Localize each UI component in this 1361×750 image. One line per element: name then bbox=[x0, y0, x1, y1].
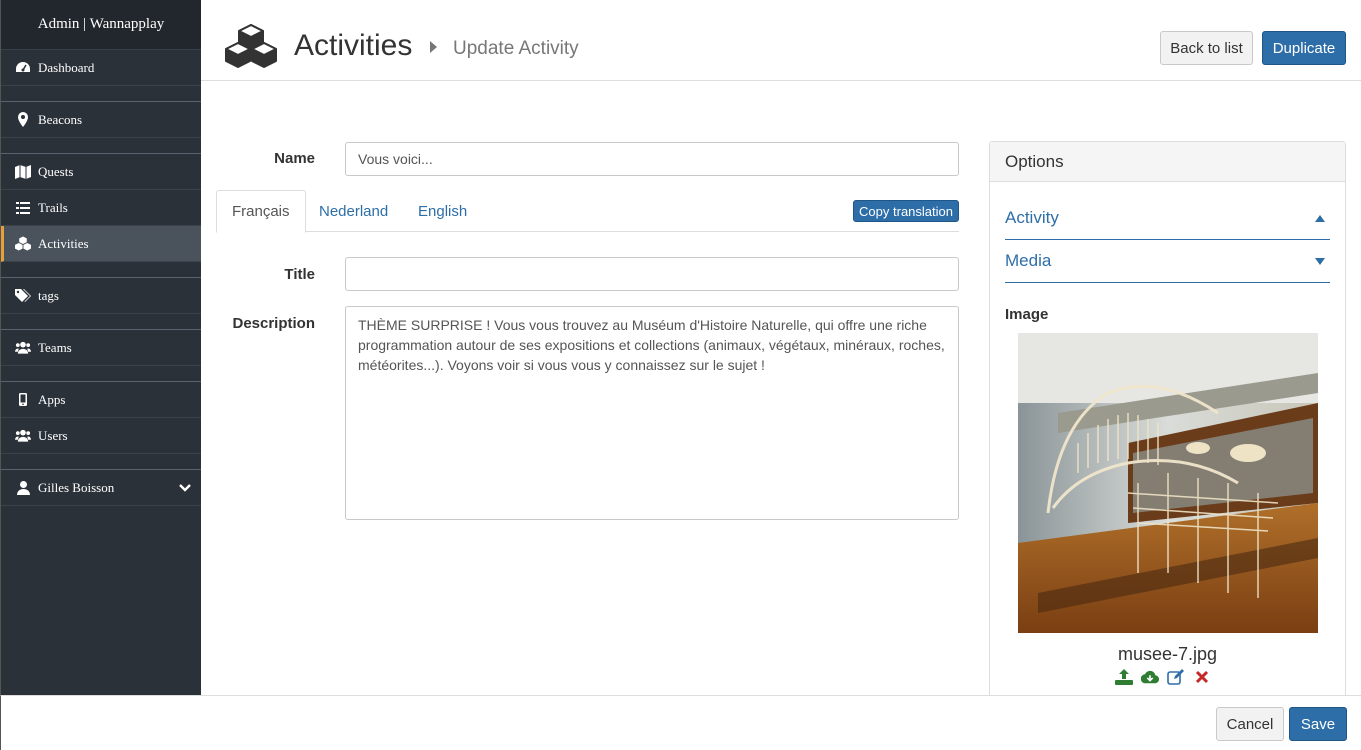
image-label: Image bbox=[1005, 306, 1049, 323]
sidebar-item-teams[interactable]: Teams bbox=[1, 330, 201, 366]
duplicate-button[interactable]: Duplicate bbox=[1262, 31, 1346, 65]
sidebar-item-dashboard[interactable]: Dashboard bbox=[1, 50, 201, 86]
page-title: Activities bbox=[294, 29, 413, 62]
image-actions bbox=[1115, 668, 1211, 686]
user-icon bbox=[15, 480, 31, 496]
sidebar-item-activities[interactable]: Activities bbox=[1, 226, 201, 262]
app-brand[interactable]: Admin | Wannapplay bbox=[1, 0, 201, 50]
chevron-down-icon bbox=[179, 480, 191, 496]
sidebar-separator bbox=[1, 262, 201, 278]
cancel-button[interactable]: Cancel bbox=[1216, 707, 1284, 741]
description-label: Description bbox=[232, 315, 315, 332]
image-filename: musee-7.jpg bbox=[1117, 644, 1218, 664]
list-icon bbox=[15, 200, 31, 216]
page-footer: Cancel Save bbox=[0, 695, 1361, 750]
users-icon bbox=[15, 340, 31, 356]
mobile-icon bbox=[15, 392, 31, 408]
sidebar-separator bbox=[1, 366, 201, 382]
accordion-label: Activity bbox=[1005, 208, 1059, 227]
sidebar-item-trails[interactable]: Trails bbox=[1, 190, 201, 226]
title-input[interactable] bbox=[345, 257, 959, 291]
sidebar-item-label: tags bbox=[38, 287, 59, 303]
language-tabs: Français Nederland English Copy translat… bbox=[216, 190, 959, 233]
sidebar-separator bbox=[1, 314, 201, 330]
sidebar-item-label: Dashboard bbox=[38, 59, 95, 75]
sidebar-item-beacons[interactable]: Beacons bbox=[1, 102, 201, 138]
delete-icon[interactable] bbox=[1193, 668, 1211, 686]
tags-icon bbox=[15, 288, 31, 304]
sidebar-item-label: Apps bbox=[38, 391, 66, 407]
sidebar-item-label: Users bbox=[38, 427, 68, 443]
media-section-toggle[interactable]: Media bbox=[1005, 240, 1330, 283]
users-icon bbox=[15, 428, 31, 444]
caret-down-icon bbox=[1315, 257, 1325, 265]
sidebar-item-label: Beacons bbox=[38, 111, 83, 127]
activity-image bbox=[1018, 333, 1318, 633]
activity-section-toggle[interactable]: Activity bbox=[1005, 197, 1330, 240]
sidebar: Admin | Wannapplay Dashboard Beacons Que… bbox=[0, 0, 201, 695]
cubes-icon bbox=[225, 24, 277, 68]
sidebar-item-label: Trails bbox=[38, 199, 68, 215]
options-panel-title: Options bbox=[990, 142, 1345, 182]
sidebar-item-quests[interactable]: Quests bbox=[1, 154, 201, 190]
save-button[interactable]: Save bbox=[1289, 707, 1347, 741]
upload-icon[interactable] bbox=[1115, 668, 1133, 686]
sidebar-user-menu[interactable]: Gilles Boisson bbox=[1, 470, 201, 506]
options-panel: Options Activity Media Image musee-7.jpg bbox=[989, 141, 1346, 701]
sidebar-item-apps[interactable]: Apps bbox=[1, 382, 201, 418]
sidebar-separator bbox=[1, 86, 201, 102]
sidebar-item-label: Teams bbox=[38, 339, 72, 355]
tab-english[interactable]: English bbox=[403, 190, 482, 232]
accordion-label: Media bbox=[1005, 251, 1052, 270]
sidebar-nav: Dashboard Beacons Quests Trails Activiti… bbox=[1, 50, 201, 506]
tab-nederland[interactable]: Nederland bbox=[304, 190, 403, 232]
cloud-download-icon[interactable] bbox=[1141, 668, 1159, 686]
sidebar-item-tags[interactable]: tags bbox=[1, 278, 201, 314]
breadcrumb-separator-icon bbox=[430, 41, 437, 53]
page-subtitle: Update Activity bbox=[453, 38, 579, 59]
back-to-list-button[interactable]: Back to list bbox=[1160, 31, 1253, 65]
sidebar-user-name: Gilles Boisson bbox=[38, 479, 115, 495]
dashboard-icon bbox=[15, 60, 31, 76]
name-input[interactable]: Vous voici... bbox=[345, 142, 959, 176]
sidebar-separator bbox=[1, 138, 201, 154]
tab-francais[interactable]: Français bbox=[216, 190, 306, 233]
map-marker-icon bbox=[15, 112, 31, 128]
page-header: Activities Update Activity Back to list … bbox=[201, 0, 1361, 81]
edit-icon[interactable] bbox=[1167, 668, 1185, 686]
sidebar-separator bbox=[1, 454, 201, 470]
sidebar-item-label: Quests bbox=[38, 163, 74, 179]
caret-up-icon bbox=[1315, 214, 1325, 222]
cubes-icon bbox=[15, 236, 31, 252]
sidebar-item-users[interactable]: Users bbox=[1, 418, 201, 454]
map-icon bbox=[15, 164, 31, 180]
copy-translation-button[interactable]: Copy translation bbox=[853, 200, 959, 222]
sidebar-item-label: Activities bbox=[38, 235, 89, 251]
title-label: Title bbox=[284, 266, 315, 283]
description-textarea[interactable]: THÈME SURPRISE ! Vous vous trouvez au Mu… bbox=[345, 306, 959, 520]
name-label: Name bbox=[274, 150, 315, 167]
